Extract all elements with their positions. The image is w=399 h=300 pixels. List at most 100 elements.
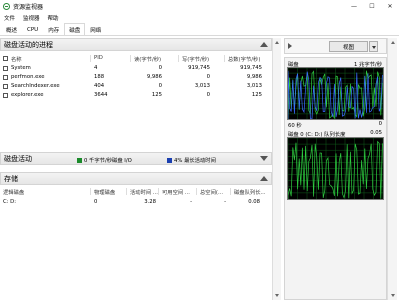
queue-graph-scale: 0.05	[370, 130, 382, 136]
left-pane: 磁盘活动的进程 名称 PID 读(字节/秒) 写(字节/秒) 总数(字节/秒) …	[0, 38, 281, 300]
process-name: explorer.exe	[11, 92, 44, 98]
disk-graph-canvas	[288, 68, 383, 119]
table-header: 名称 PID 读(字节/秒) 写(字节/秒) 总数(字节/秒)	[0, 54, 272, 63]
menu-file[interactable]: 文件	[0, 14, 19, 22]
right-pane: 视图 磁盘 1 兆字节/秒 60 秒 0 磁盘 0 (C: D:) 队列长度 0…	[284, 38, 399, 300]
column-header-name[interactable]: 名称	[11, 55, 22, 63]
close-button[interactable]: ✕	[381, 0, 399, 13]
menu-help[interactable]: 帮助	[44, 14, 63, 22]
collapse-arrow-icon[interactable]	[260, 42, 268, 47]
right-scrollbar[interactable]	[387, 38, 397, 300]
disk-processes-title: 磁盘活动的进程	[4, 40, 53, 49]
disk-activity-title: 磁盘活动	[4, 154, 32, 163]
row-checkbox[interactable]	[3, 75, 8, 80]
expand-pane-icon[interactable]	[288, 43, 292, 49]
collapse-arrow-icon[interactable]	[260, 176, 268, 181]
column-header-total[interactable]: 总数(字节/秒)	[228, 55, 260, 63]
process-name: SearchIndexer.exe	[11, 83, 60, 89]
maximize-button[interactable]: ☐	[363, 0, 381, 13]
column-header-active-time[interactable]: 活动时间 ...	[130, 188, 158, 196]
row-checkbox[interactable]	[3, 66, 8, 71]
scroll-up-icon[interactable]	[390, 41, 395, 44]
select-all-checkbox[interactable]	[3, 56, 8, 61]
active-time: 3.28	[144, 199, 156, 205]
read-rate: 125	[151, 92, 162, 98]
queue-length-graph	[287, 137, 384, 200]
disk-processes-header[interactable]: 磁盘活动的进程	[0, 38, 272, 51]
tab-bar: 概述 CPU 内存 磁盘 网络	[0, 23, 399, 36]
green-swatch-icon	[77, 157, 82, 163]
expand-arrow-icon[interactable]	[260, 156, 268, 161]
process-name: perfmon.exe	[11, 74, 45, 80]
process-pid: 3644	[94, 92, 108, 98]
read-rate: 9,986	[146, 74, 162, 80]
tab-disk[interactable]: 磁盘	[64, 23, 86, 35]
column-header-pid[interactable]: PID	[94, 55, 103, 63]
column-header-write[interactable]: 写(字节/秒)	[182, 55, 209, 63]
menu-monitor[interactable]: 监视器	[19, 14, 44, 22]
read-rate: 0	[158, 65, 162, 71]
blue-swatch-icon	[167, 157, 172, 163]
table-row[interactable]: perfmon.exe 188 9,986 0 9,986	[0, 73, 272, 82]
write-rate: 3,013	[194, 83, 210, 89]
scroll-down-icon[interactable]	[275, 294, 279, 297]
storage-table: 逻辑磁盘 物理磁盘 活动时间 ... 可用空间 ... 总空间(... 磁盘队列…	[0, 187, 272, 211]
storage-title: 存储	[4, 174, 18, 183]
scroll-up-icon[interactable]	[275, 41, 279, 44]
left-scrollbar[interactable]	[272, 38, 281, 300]
active-time-legend-text: 4% 最长活动时间	[174, 158, 216, 164]
free-space: -	[190, 199, 192, 205]
disk-activity-header[interactable]: 磁盘活动 0 千字节/秒磁盘 I/O 4% 最长活动时间	[0, 152, 272, 165]
tab-memory[interactable]: 内存	[43, 24, 64, 35]
column-header-logical-disk[interactable]: 逻辑磁盘	[3, 188, 24, 196]
window-title: 资源监视器	[13, 4, 44, 11]
io-legend: 0 千字节/秒磁盘 I/O	[77, 156, 132, 164]
tab-cpu[interactable]: CPU	[22, 24, 43, 35]
total-rate: 919,745	[240, 65, 262, 71]
window-controls: — ☐ ✕	[345, 0, 399, 13]
graph-area: 磁盘 1 兆字节/秒 60 秒 0 磁盘 0 (C: D:) 队列长度 0.05	[284, 57, 387, 300]
column-header-read[interactable]: 读(字节/秒)	[134, 55, 161, 63]
title-bar: 资源监视器 — ☐ ✕	[0, 0, 399, 13]
column-header-total-space[interactable]: 总空间(...	[200, 188, 223, 196]
write-rate: 0	[206, 92, 210, 98]
row-checkbox[interactable]	[3, 93, 8, 98]
read-rate: 0	[158, 83, 162, 89]
write-rate: 0	[206, 74, 210, 80]
column-header-free-space[interactable]: 可用空间 ...	[162, 188, 190, 196]
tab-network[interactable]: 网络	[85, 24, 106, 35]
table-header: 逻辑磁盘 物理磁盘 活动时间 ... 可用空间 ... 总空间(... 磁盘队列…	[0, 187, 272, 196]
write-rate: 919,745	[188, 65, 210, 71]
row-checkbox[interactable]	[3, 84, 8, 89]
physical-disk: 0	[94, 199, 98, 205]
active-time-legend: 4% 最长活动时间	[167, 156, 216, 164]
total-rate: 9,986	[246, 74, 262, 80]
column-header-queue-length[interactable]: 磁盘队列长...	[234, 188, 266, 196]
storage-header[interactable]: 存储	[0, 172, 272, 185]
view-button[interactable]: 视图	[329, 41, 368, 52]
disk-graph-min: 0	[378, 121, 382, 127]
disk-graph-time: 60 秒	[288, 123, 302, 129]
logical-disk: C: D:	[3, 199, 17, 205]
graph-toolbar: 视图	[284, 38, 387, 54]
minimize-button[interactable]: —	[345, 0, 363, 13]
disk-graph	[287, 67, 384, 120]
table-row[interactable]: C: D: 0 3.28 - - 0.08	[0, 198, 272, 207]
disk-processes-table: 名称 PID 读(字节/秒) 写(字节/秒) 总数(字节/秒) System 4…	[0, 54, 272, 106]
column-header-physical-disk[interactable]: 物理磁盘	[94, 188, 115, 196]
process-name: System	[11, 65, 31, 71]
resource-monitor-icon	[3, 3, 10, 10]
menu-bar: 文件 监视器 帮助	[0, 13, 399, 23]
queue-length: 0.08	[248, 199, 260, 205]
view-dropdown-arrow-icon[interactable]	[369, 41, 378, 52]
total-space: -	[224, 199, 226, 205]
queue-graph-canvas	[288, 138, 383, 199]
table-row[interactable]: System 4 0 919,745 919,745	[0, 64, 272, 73]
total-rate: 125	[251, 92, 262, 98]
table-row[interactable]: explorer.exe 3644 125 0 125	[0, 91, 272, 100]
process-pid: 4	[94, 65, 98, 71]
scroll-down-icon[interactable]	[390, 294, 395, 297]
process-pid: 188	[94, 74, 105, 80]
tab-overview[interactable]: 概述	[1, 24, 22, 35]
table-row[interactable]: SearchIndexer.exe 404 0 3,013 3,013	[0, 82, 272, 91]
